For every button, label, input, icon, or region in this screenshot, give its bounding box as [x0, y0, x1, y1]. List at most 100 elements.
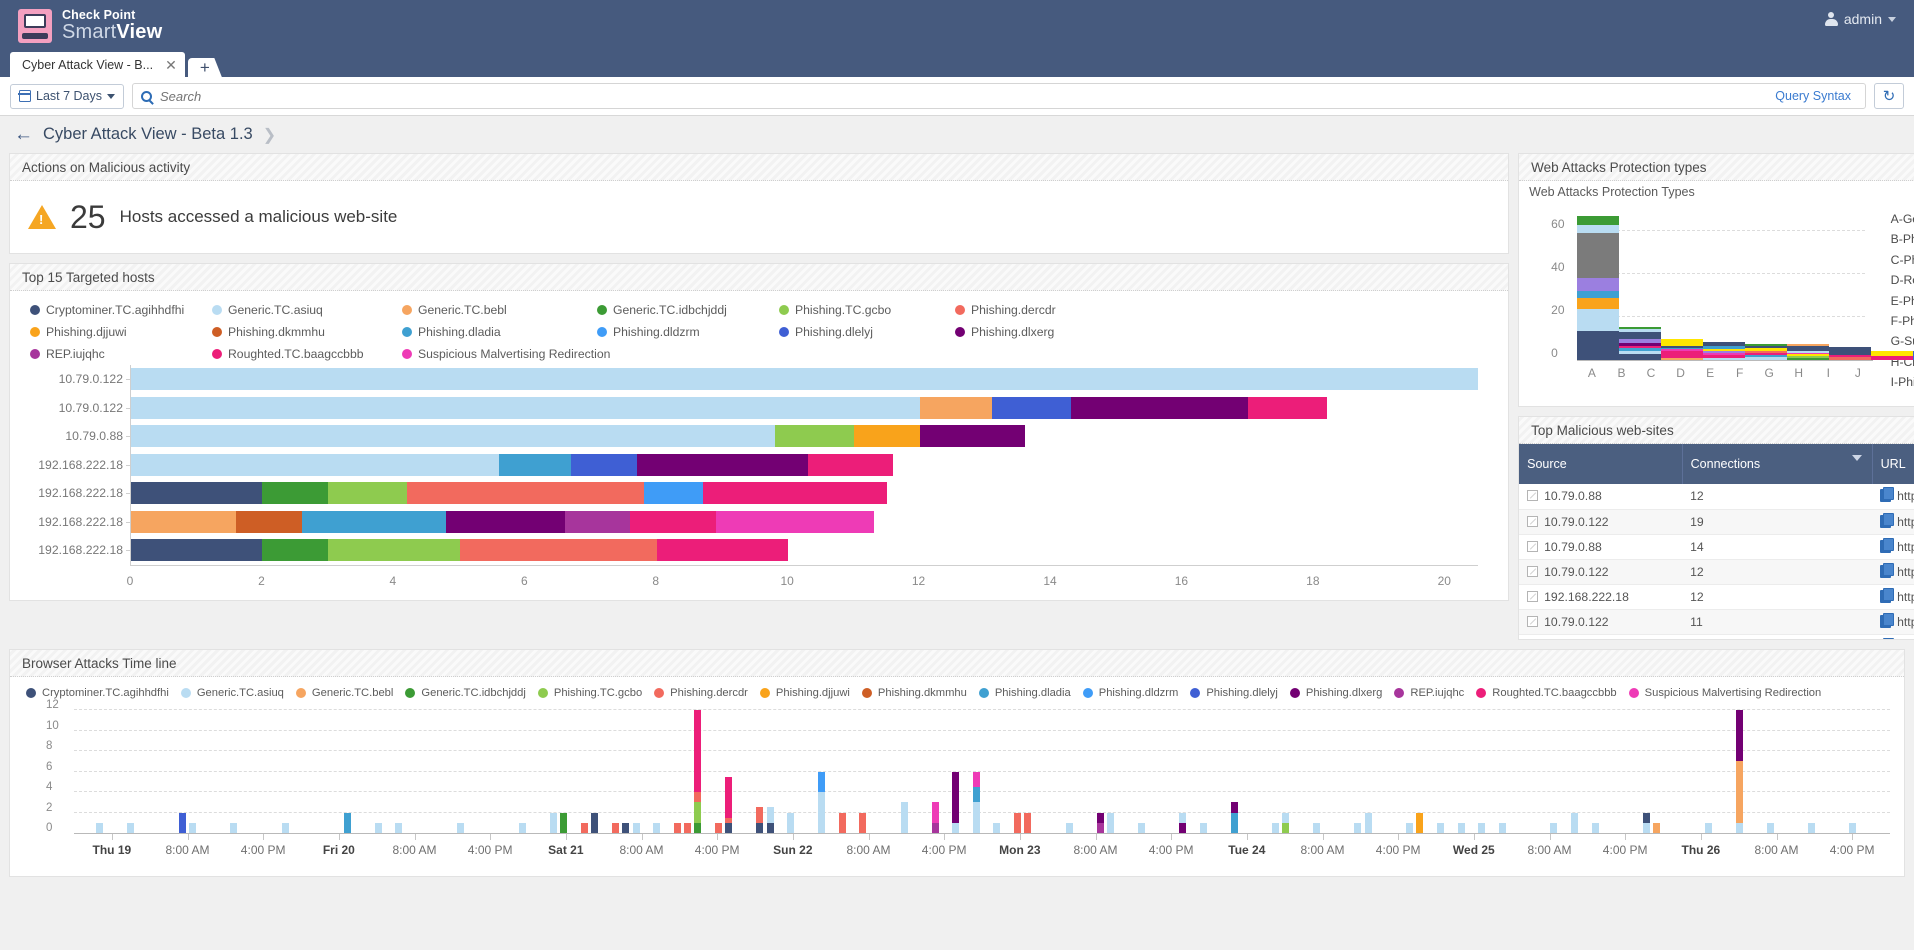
targeted-host-bar-row[interactable]: 192.168.222.18 — [38, 508, 1478, 537]
stacked-bar[interactable] — [1577, 216, 1620, 360]
bar-segment[interactable] — [1271, 822, 1279, 833]
bar-segment[interactable] — [991, 396, 1071, 419]
hosts-legend-item[interactable]: Phishing.dkmmhu — [212, 325, 402, 339]
bar-segment[interactable] — [564, 510, 631, 533]
bar-segment[interactable] — [1643, 822, 1651, 833]
cell-url[interactable]: http://xml.pdn-1.com — [1872, 634, 1914, 639]
chevron-right-icon[interactable]: ❯ — [263, 125, 276, 145]
table-row[interactable]: 192.168.222.1812http://tag.leadplace.fr5… — [1519, 584, 1914, 610]
copy-icon[interactable] — [1880, 587, 1895, 603]
stacked-bar[interactable] — [859, 812, 867, 833]
stacked-bar[interactable] — [1787, 344, 1830, 360]
bar-segment[interactable] — [1179, 812, 1187, 823]
bar-segment[interactable] — [1745, 357, 1788, 360]
stacked-bar[interactable] — [715, 822, 723, 833]
bar-segment[interactable] — [1354, 822, 1362, 833]
bar-segment[interactable] — [131, 510, 237, 533]
bar-segment[interactable] — [694, 822, 702, 833]
table-row[interactable]: 10.79.0.8814http://xml.pdn-1.com53 — [1519, 534, 1914, 560]
bar-segment[interactable] — [1661, 338, 1704, 346]
cell-url[interactable]: http://ninjagod.com — [1872, 559, 1914, 585]
bar-segment[interactable] — [1849, 822, 1857, 833]
bar-segment[interactable] — [919, 396, 992, 419]
stacked-bar[interactable] — [1096, 812, 1104, 833]
stacked-bar[interactable] — [1457, 822, 1465, 833]
bar-segment[interactable] — [1735, 822, 1743, 833]
stacked-bar[interactable] — [550, 812, 558, 833]
targeted-host-bar-row[interactable]: 10.79.0.122 — [59, 394, 1478, 423]
bar-segment[interactable] — [611, 822, 619, 833]
bar-segment[interactable] — [580, 822, 588, 833]
bar-segment[interactable] — [1829, 357, 1872, 360]
bar-segment[interactable] — [931, 822, 939, 833]
timeline-legend-item[interactable]: Phishing.dlelyj — [1190, 687, 1278, 699]
table-row[interactable]: 10.79.0.12219http://ninjagod.com53 — [1519, 509, 1914, 535]
bar-segment[interactable] — [952, 822, 960, 833]
bar-segment[interactable] — [931, 802, 939, 823]
stacked-bar[interactable] — [230, 822, 238, 833]
bar-segment[interactable] — [1024, 812, 1032, 833]
bar-segment[interactable] — [630, 510, 716, 533]
bar-segment[interactable] — [1498, 822, 1506, 833]
bar-segment[interactable] — [818, 792, 826, 833]
stacked-bar[interactable] — [653, 822, 661, 833]
stacked-bar[interactable] — [457, 822, 465, 833]
bar-segment[interactable] — [1619, 353, 1662, 360]
bar-segment[interactable] — [632, 822, 640, 833]
bar-segment[interactable] — [1577, 232, 1620, 278]
hosts-legend-item[interactable]: Phishing.djjuwi — [30, 325, 212, 339]
bar-segment[interactable] — [1653, 822, 1661, 833]
cell-source[interactable]: 192.168.222.18 — [1519, 634, 1683, 639]
stacked-bar[interactable] — [591, 812, 599, 833]
stacked-bar[interactable] — [131, 368, 1479, 391]
stacked-bar[interactable] — [993, 822, 1001, 833]
bar-segment[interactable] — [715, 510, 874, 533]
stacked-bar[interactable] — [189, 822, 197, 833]
stacked-bar[interactable] — [1829, 346, 1872, 360]
targeted-host-bar-row[interactable]: 10.79.0.122 — [59, 365, 1479, 394]
stacked-bar[interactable] — [1849, 822, 1857, 833]
stacked-bar[interactable] — [818, 771, 826, 833]
bar-segment[interactable] — [499, 453, 572, 476]
cell-source[interactable]: 10.79.0.122 — [1519, 509, 1683, 535]
bar-segment[interactable] — [131, 539, 263, 562]
targeted-host-bar-row[interactable]: 192.168.222.18 — [38, 479, 1478, 508]
bar-segment[interactable] — [993, 822, 1001, 833]
copy-icon[interactable] — [1880, 487, 1895, 503]
stacked-bar[interactable] — [1313, 822, 1321, 833]
date-range-button[interactable]: Last 7 Days — [10, 83, 125, 109]
stacked-bar[interactable] — [374, 822, 382, 833]
stacked-bar[interactable] — [684, 822, 692, 833]
bar-segment[interactable] — [1735, 710, 1743, 762]
bar-segment[interactable] — [838, 812, 846, 833]
bar-segment[interactable] — [1643, 812, 1651, 823]
bar-segment[interactable] — [859, 812, 867, 833]
hosts-legend-item[interactable]: Generic.TC.idbchjddj — [597, 303, 779, 317]
stacked-bar[interactable] — [756, 807, 764, 833]
bar-segment[interactable] — [96, 822, 104, 833]
bar-segment[interactable] — [1478, 822, 1486, 833]
bar-segment[interactable] — [1766, 822, 1774, 833]
row-checkbox[interactable] — [1527, 490, 1539, 502]
bar-segment[interactable] — [1096, 812, 1104, 823]
stacked-bar[interactable] — [1735, 710, 1743, 833]
bar-column[interactable] — [1661, 211, 1704, 360]
hosts-legend-item[interactable]: Roughted.TC.baagccbbb — [212, 347, 402, 361]
bar-segment[interactable] — [684, 822, 692, 833]
bar-segment[interactable] — [1248, 396, 1327, 419]
stacked-bar[interactable] — [1137, 822, 1145, 833]
timeline-legend-item[interactable]: Phishing.dladia — [978, 687, 1071, 699]
timeline-legend-item[interactable]: Phishing.dercdr — [654, 687, 748, 699]
stacked-bar[interactable] — [673, 822, 681, 833]
stacked-bar[interactable] — [787, 812, 795, 833]
bar-segment[interactable] — [1230, 812, 1238, 833]
bar-column[interactable] — [1829, 211, 1872, 360]
bar-segment[interactable] — [673, 822, 681, 833]
stacked-bar[interactable] — [1106, 812, 1114, 833]
stacked-bar[interactable] — [1065, 822, 1073, 833]
bar-segment[interactable] — [656, 539, 789, 562]
bar-segment[interactable] — [406, 482, 644, 505]
bar-segment[interactable] — [636, 453, 808, 476]
cell-url[interactable]: http://xml.pdn-1.com — [1872, 534, 1914, 560]
stacked-bar[interactable] — [838, 812, 846, 833]
